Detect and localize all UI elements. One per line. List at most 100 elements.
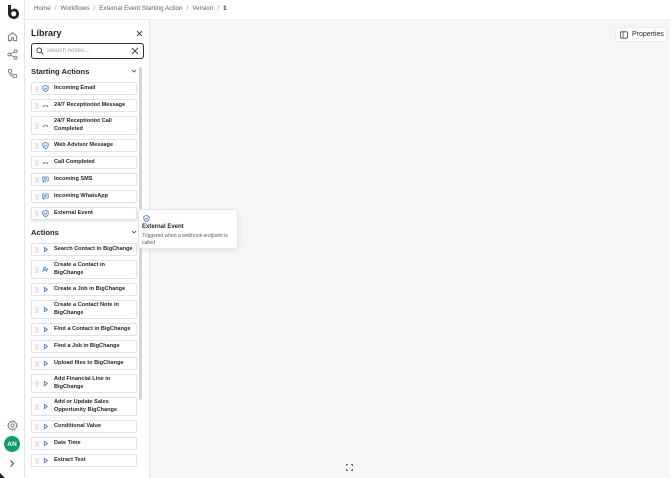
breadcrumb-workflows[interactable]: Workflows — [61, 5, 90, 12]
properties-label: Properties — [632, 31, 664, 38]
avatar-initials: AN — [7, 440, 17, 448]
library-node-create-a-contact-in-bigchange[interactable]: Create a Contact in BigChange — [31, 260, 137, 279]
breadcrumb-home[interactable]: Home — [34, 5, 51, 12]
node-label: Create a Contact in BigChange — [54, 262, 105, 276]
library-node-conditional-value[interactable]: Conditional Value — [31, 420, 137, 433]
library-node-external-event[interactable]: External Event — [31, 207, 137, 220]
play-icon — [43, 380, 49, 387]
search-icon — [36, 47, 44, 55]
library-node-incoming-whatsapp[interactable]: Incoming WhatsApp — [31, 190, 137, 203]
drag-handle-icon[interactable] — [35, 193, 39, 200]
home-icon[interactable] — [7, 31, 18, 42]
node-label: Conditional Value — [54, 423, 101, 429]
workflow-icon[interactable] — [7, 49, 18, 60]
chevron-down-icon — [131, 69, 137, 73]
node-label: 24/7 Receptionist Message — [54, 102, 126, 108]
node-label: Date Time — [54, 440, 81, 446]
library-node-24-7-receptionist-message[interactable]: 24/7 Receptionist Message — [31, 99, 137, 112]
breadcrumb: Home / Workflows / External Event Starti… — [34, 5, 227, 12]
library-node-find-a-job-in-bigchange[interactable]: Find a Job in BigChange — [31, 340, 137, 353]
drag-handle-icon[interactable] — [35, 306, 39, 313]
library-node-add-financial-line-in-bigchange[interactable]: Add Financial Line in BigChange — [31, 374, 137, 393]
library-node-add-or-update-sales-opportunity-bigchange[interactable]: Add or Update Sales Opportunity BigChang… — [31, 397, 137, 416]
actions-header[interactable]: Actions — [31, 228, 137, 237]
drag-handle-icon[interactable] — [35, 380, 39, 387]
library-node-incoming-email[interactable]: Incoming Email — [31, 82, 137, 95]
tooltip-title: External Event — [142, 224, 184, 230]
node-label: Incoming SMS — [54, 176, 93, 182]
shield-icon — [42, 85, 49, 92]
actions-title: Actions — [31, 228, 59, 237]
corner-mark — [0, 473, 5, 478]
drag-handle-icon[interactable] — [35, 210, 39, 217]
library-node-web-advisor-message[interactable]: Web Advisor Message — [31, 139, 137, 152]
starting-actions-header[interactable]: Starting Actions — [31, 67, 137, 76]
node-tooltip: External Event Triggered when a webhook … — [138, 209, 238, 249]
drag-handle-icon[interactable] — [35, 403, 39, 410]
breadcrumb-separator: / — [217, 5, 220, 12]
library-node-extract-text[interactable]: Extract Text — [31, 454, 137, 467]
play-icon — [43, 457, 49, 464]
drag-handle-icon[interactable] — [35, 176, 39, 183]
drag-handle-icon[interactable] — [35, 102, 39, 109]
avatar[interactable]: AN — [4, 436, 20, 452]
phone-icon — [42, 105, 49, 107]
play-icon — [43, 326, 49, 333]
settings-icon[interactable] — [7, 420, 18, 431]
tooltip-description: Triggered when a webhook endpoint is cal… — [142, 233, 228, 246]
search-input[interactable] — [47, 45, 131, 57]
properties-button[interactable]: Properties — [615, 27, 667, 42]
drag-handle-icon[interactable] — [35, 85, 39, 92]
drag-handle-icon[interactable] — [35, 423, 39, 430]
play-icon — [43, 360, 49, 367]
play-icon — [43, 306, 49, 313]
node-label: 24/7 Receptionist Call Completed — [54, 118, 112, 132]
logo-icon[interactable] — [6, 5, 19, 19]
drag-handle-icon[interactable] — [35, 142, 39, 149]
drag-handle-icon[interactable] — [35, 286, 39, 293]
node-label: Search Contact in BigChange — [54, 246, 133, 252]
drag-handle-icon[interactable] — [35, 440, 39, 447]
search-box — [31, 43, 144, 59]
drag-handle-icon[interactable] — [35, 360, 39, 367]
node-label: Incoming WhatsApp — [54, 193, 109, 199]
breadcrumb-version[interactable]: Version — [192, 5, 213, 12]
drag-handle-icon[interactable] — [35, 457, 39, 464]
drag-handle-icon[interactable] — [35, 122, 39, 129]
play-icon — [43, 403, 49, 410]
node-label: Web Advisor Message — [54, 142, 114, 148]
breadcrumb-separator: / — [54, 5, 57, 12]
play-icon — [43, 440, 49, 447]
drag-handle-icon[interactable] — [35, 266, 39, 273]
library-title: Library — [31, 28, 62, 38]
drag-handle-icon[interactable] — [35, 343, 39, 350]
library-node-create-a-contact-note-in-bigchange[interactable]: Create a Contact Note in BigChange — [31, 300, 137, 319]
phone-icon[interactable] — [7, 68, 18, 79]
fit-view-icon[interactable] — [346, 464, 353, 471]
library-node-create-a-job-in-bigchange[interactable]: Create a Job in BigChange — [31, 283, 137, 296]
phone-icon — [42, 125, 49, 127]
library-node-24-7-receptionist-call-completed[interactable]: 24/7 Receptionist Call Completed — [31, 116, 137, 135]
add-user-icon — [42, 266, 49, 273]
drag-handle-icon[interactable] — [35, 246, 39, 253]
drag-handle-icon[interactable] — [35, 159, 39, 166]
breadcrumb-separator: / — [186, 5, 189, 12]
library-node-date-time[interactable]: Date Time — [31, 437, 137, 450]
drag-handle-icon[interactable] — [35, 326, 39, 333]
shield-icon — [42, 142, 49, 149]
library-node-call-completed[interactable]: Call Completed — [31, 156, 137, 169]
library-node-upload-files-to-bigchange[interactable]: Upload files to BigChange — [31, 357, 137, 370]
clear-search-icon[interactable] — [131, 47, 139, 55]
close-icon[interactable] — [136, 30, 143, 37]
node-label: Extract Text — [54, 457, 86, 463]
workflow-canvas[interactable] — [150, 20, 670, 478]
shield-icon — [42, 210, 49, 217]
library-node-incoming-sms[interactable]: Incoming SMS — [31, 173, 137, 186]
node-label: Add Financial Line in BigChange — [54, 376, 111, 390]
library-panel: Library Starting Actions Incoming Email 2… — [25, 20, 150, 478]
chevron-right-icon[interactable] — [8, 459, 16, 468]
library-node-find-a-contact-in-bigchange[interactable]: Find a Contact in BigChange — [31, 323, 137, 336]
library-node-search-contact-in-bigchange[interactable]: Search Contact in BigChange — [31, 243, 137, 256]
breadcrumb-workflow[interactable]: External Event Starting Action — [99, 5, 182, 12]
top-bar: Home / Workflows / External Event Starti… — [25, 0, 670, 20]
